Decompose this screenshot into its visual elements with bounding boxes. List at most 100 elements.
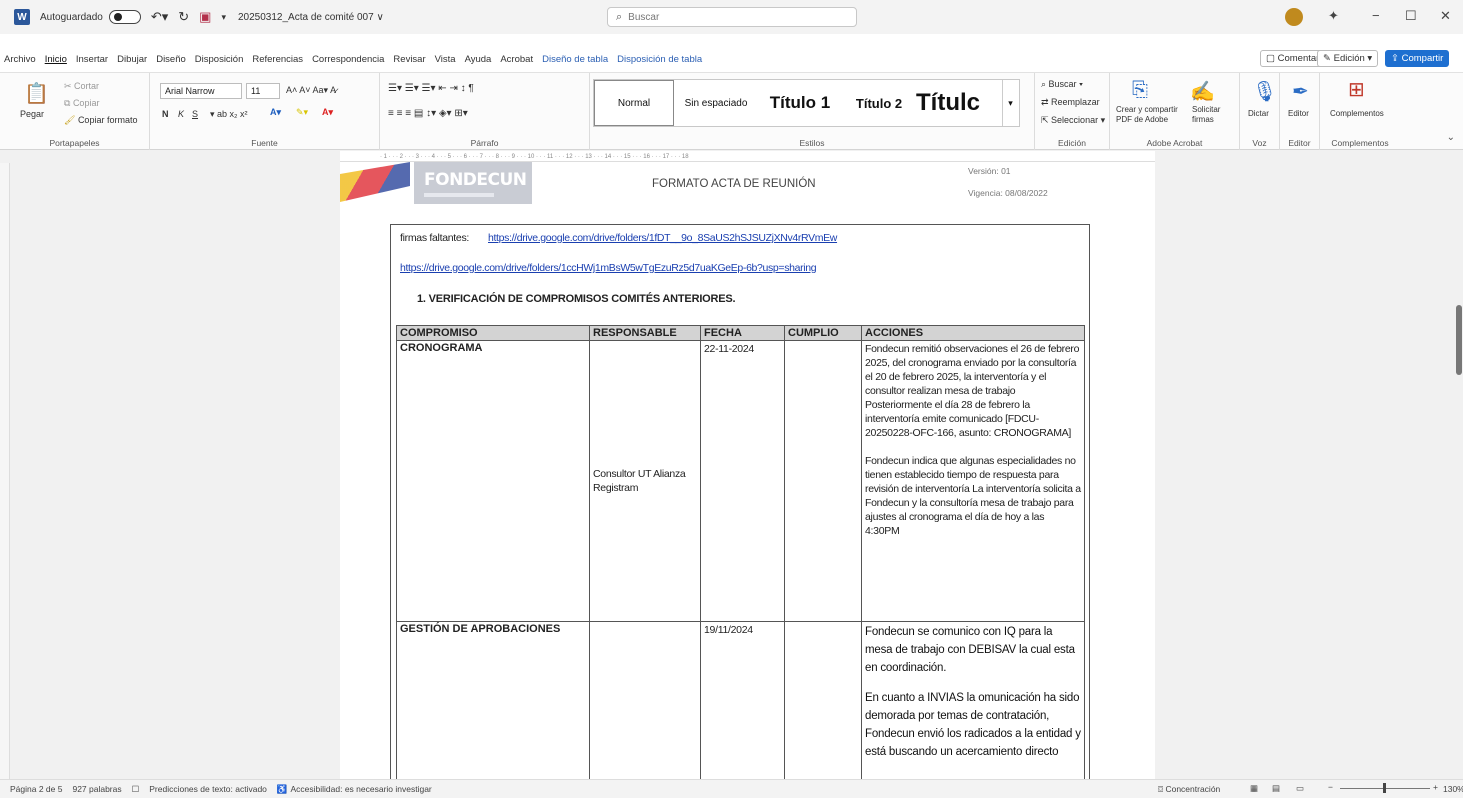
tab-archivo[interactable]: Archivo [4,54,36,65]
focus-mode-button[interactable]: ⌼ Concentración [1158,784,1220,795]
vertical-scrollbar[interactable] [1455,163,1463,779]
paste-icon[interactable]: 📋 [24,81,49,106]
create-pdf-icon[interactable]: ⎘ [1132,79,1148,102]
list-buttons[interactable]: ☰▾ ☰▾ ☰▾ ⇤ ⇥ ↕ ¶ [388,83,474,94]
highlight-icon[interactable]: ✎▾ [296,107,308,118]
font-effects-buttons[interactable]: ▾ ab x₂ x² [210,109,248,120]
customize-quick-access-icon[interactable]: ▾ [221,12,226,23]
format-painter-button[interactable]: 🖌 Copiar formato [64,115,137,126]
style-title[interactable]: Títulc [916,80,1000,126]
document-name[interactable]: 20250312_Acta de comité 007 ∨ [238,12,384,23]
autosave-label: Autoguardado [40,11,103,23]
style-title-2[interactable]: Título 2 [844,80,914,126]
cell-acciones[interactable]: Fondecun se comunico con IQ para la mesa… [861,621,1085,779]
close-button[interactable]: ✕ [1440,8,1451,24]
copilot-icon[interactable]: ✦ [1328,8,1339,24]
scrollbar-thumb[interactable] [1456,305,1462,375]
request-signatures-button[interactable]: Solicitar firmas [1192,105,1234,125]
collapse-ribbon-icon[interactable]: ⌄ [1447,132,1455,143]
underline-button[interactable]: S [192,109,198,119]
zoom-slider-knob[interactable] [1383,783,1386,793]
editing-mode-button[interactable]: ✎ Edición ▾ [1317,50,1379,67]
cell-fecha[interactable]: 22-11-2024 [700,340,785,622]
cell-cumplio[interactable] [784,340,862,622]
document-page[interactable]: FONDECUN FORMATO ACTA DE REUNIÓN Versión… [340,162,1155,779]
font-size-select[interactable]: 11 [246,83,280,99]
find-button[interactable]: ⌕ Buscar ▾ [1041,79,1083,90]
font-color-icon[interactable]: A▾ [322,107,333,118]
style-title-1[interactable]: Título 1 [756,80,844,126]
addins-grid-icon[interactable]: ⊞ [1348,77,1365,102]
proofing-icon[interactable]: ☐ [132,784,140,795]
replace-button[interactable]: ⇄ Reemplazar [1041,97,1100,108]
read-mode-icon[interactable]: ▦ [1250,783,1258,794]
tab-revisar[interactable]: Revisar [393,54,425,65]
cell-compromiso[interactable]: GESTIÓN DE APROBACIONES [396,621,590,779]
tab-acrobat[interactable]: Acrobat [500,54,533,65]
editor-button[interactable]: Editor [1288,109,1309,118]
italic-button[interactable]: K [178,109,184,119]
tab-inicio[interactable]: Inicio [45,54,67,65]
cell-responsable[interactable] [589,621,701,779]
styles-more-icon[interactable]: ▾ [1002,80,1018,126]
autosave-toggle[interactable] [108,10,141,24]
cell-fecha[interactable]: 19/11/2024 [700,621,785,779]
bold-button[interactable]: N [162,109,169,119]
request-signatures-icon[interactable]: ✍ [1190,79,1215,104]
tab-vista[interactable]: Vista [435,54,456,65]
text-predictions[interactable]: Predicciones de texto: activado [149,784,267,794]
table-row[interactable]: GESTIÓN DE APROBACIONES 19/11/2024 Fonde… [396,621,1085,779]
font-name-select[interactable]: Arial Narrow [160,83,242,99]
zoom-out-button[interactable]: − [1328,782,1333,792]
commitments-table[interactable]: COMPROMISO RESPONSABLE FECHA CUMPLIO ACC… [396,325,1085,779]
addins-button[interactable]: Complementos [1330,109,1384,118]
cell-compromiso[interactable]: CRONOGRAMA [396,340,590,622]
font-size-buttons[interactable]: A˄ A˅ Aa▾ A̷ [286,85,336,96]
word-count[interactable]: 927 palabras [72,784,121,794]
avatar[interactable] [1285,8,1303,26]
cell-acciones[interactable]: Fondecun remitió observaciones el 26 de … [861,340,1085,622]
replace-label: Reemplazar [1051,97,1100,107]
style-no-spacing[interactable]: Sin espaciado [678,80,754,126]
select-button[interactable]: ⇱ Seleccionar ▾ [1041,115,1105,126]
tab-referencias[interactable]: Referencias [252,54,303,65]
horizontal-ruler[interactable]: · 1 · · · 2 · · · 3 · · · 4 · · · 5 · · … [340,151,1155,162]
copy-button[interactable]: ⧉ Copiar [64,98,99,109]
header-decoration [340,162,410,202]
tab-ayuda[interactable]: Ayuda [465,54,492,65]
web-layout-icon[interactable]: ▭ [1296,783,1304,794]
save-icon[interactable]: ▣ [199,9,211,25]
tab-diseno[interactable]: Diseño [156,54,186,65]
paste-button[interactable]: Pegar [20,109,44,119]
share-button[interactable]: ⇪ Compartir [1385,50,1450,67]
accessibility-status[interactable]: Accesibilidad: es necesario investigar [291,784,432,794]
drive-link-2[interactable]: https://drive.google.com/drive/folders/1… [400,262,817,274]
dictate-button[interactable]: Dictar [1248,109,1269,118]
cut-button[interactable]: ✂ Cortar [64,81,99,92]
tab-disposicion-de-tabla[interactable]: Disposición de tabla [617,54,702,65]
align-buttons[interactable]: ≡ ≡ ≡ ▤ ↕▾ ◈▾ ⊞▾ [388,108,468,119]
tab-dibujar[interactable]: Dibujar [117,54,147,65]
cell-cumplio[interactable] [784,621,862,779]
cell-responsable[interactable]: Consultor UT Alianza Registram [589,340,701,622]
undo-icon[interactable]: ↶▾ [151,9,168,25]
microphone-icon[interactable]: 🎙 [1252,79,1277,104]
tab-correspondencia[interactable]: Correspondencia [312,54,384,65]
tab-disposicion[interactable]: Disposición [195,54,244,65]
print-layout-icon[interactable]: ▤ [1272,783,1280,794]
minimize-button[interactable]: − [1372,8,1380,23]
zoom-in-button[interactable]: + [1433,782,1438,792]
drive-link-1[interactable]: https://drive.google.com/drive/folders/1… [488,232,837,244]
style-normal[interactable]: Normal [594,80,674,126]
search-input[interactable]: ⌕ Buscar [607,7,857,27]
tab-insertar[interactable]: Insertar [76,54,108,65]
page-count[interactable]: Página 2 de 5 [10,784,62,794]
zoom-level[interactable]: 130% [1443,784,1463,794]
tab-diseno-de-tabla[interactable]: Diseño de tabla [542,54,608,65]
text-effects-icon[interactable]: A▾ [270,107,281,118]
redo-icon[interactable]: ↻ [178,9,189,25]
maximize-button[interactable]: ☐ [1405,8,1417,24]
table-row[interactable]: CRONOGRAMA Consultor UT Alianza Registra… [396,340,1085,622]
editor-pen-icon[interactable]: ✒ [1292,79,1309,104]
create-share-pdf-button[interactable]: Crear y compartir PDF de Adobe [1116,105,1186,125]
